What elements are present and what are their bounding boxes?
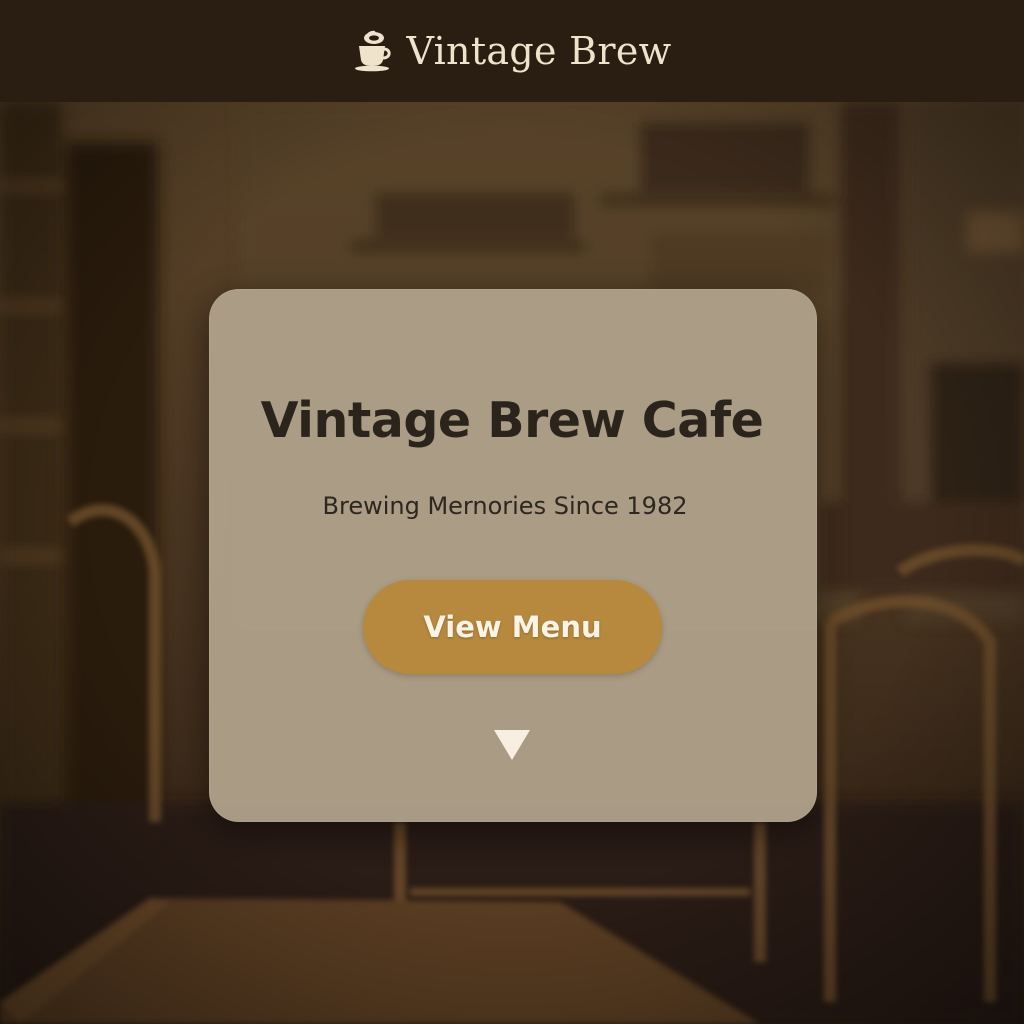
page: Vintage Brew Vintage Brew Cafe Brewing M… xyxy=(0,0,1024,1024)
brand-logo-link[interactable]: Vintage Brew xyxy=(353,29,672,73)
coffee-cup-icon xyxy=(353,30,395,72)
hero-tagline: Brewing Mernories Since 1982 xyxy=(322,492,688,520)
down-triangle-icon[interactable] xyxy=(493,729,531,761)
site-header: Vintage Brew xyxy=(0,0,1024,102)
hero-title: Vintage Brew Cafe xyxy=(260,392,764,449)
brand-name: Vintage Brew xyxy=(406,29,672,73)
view-menu-button[interactable]: View Menu xyxy=(363,580,662,674)
